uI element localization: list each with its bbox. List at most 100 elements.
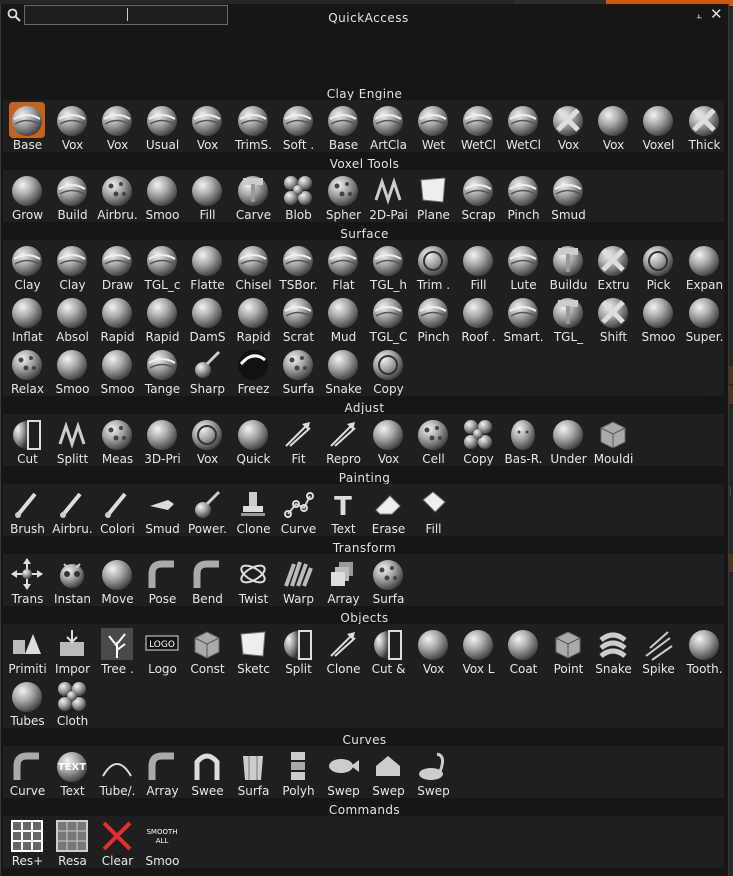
tool-button[interactable]: Erase	[365, 486, 410, 538]
tool-button[interactable]: Sharp	[184, 346, 229, 398]
tool-button[interactable]: Extru	[590, 242, 635, 294]
tool-button[interactable]: Vox	[545, 102, 590, 154]
tool-button[interactable]: TGL_c	[139, 242, 184, 294]
tool-button[interactable]: Vox	[184, 102, 229, 154]
tool-button[interactable]: Snake	[320, 346, 365, 398]
tool-button[interactable]: Smoo	[635, 294, 680, 346]
tool-button[interactable]: Curve	[275, 486, 320, 538]
tool-button[interactable]: TGL_	[545, 294, 590, 346]
tool-button[interactable]: Smoo	[49, 346, 94, 398]
tool-button[interactable]: Grow	[4, 172, 49, 224]
tool-button[interactable]: Lute	[500, 242, 545, 294]
tool-button[interactable]: TGL_h	[365, 242, 410, 294]
tool-button[interactable]: Plane	[410, 172, 455, 224]
tool-button[interactable]: Swee	[184, 748, 229, 800]
tool-button[interactable]: Freez	[230, 346, 275, 398]
tool-button[interactable]: TrimS.	[230, 102, 275, 154]
tool-button[interactable]: Spher	[320, 172, 365, 224]
tool-button[interactable]: Airbru.	[49, 486, 94, 538]
tool-button[interactable]: Vox	[410, 626, 455, 678]
tool-button[interactable]: Copy	[455, 416, 500, 468]
tool-button[interactable]: TEXT Text	[49, 748, 94, 800]
tool-button[interactable]: Surfa	[230, 748, 275, 800]
tool-button[interactable]: Pinch	[410, 294, 455, 346]
tool-button[interactable]: Base	[4, 102, 49, 154]
tool-button[interactable]: Soft .	[275, 102, 320, 154]
tool-button[interactable]: TSBor.	[275, 242, 320, 294]
tool-button[interactable]: Fit	[275, 416, 320, 468]
tool-button[interactable]: 2D-Pai	[365, 172, 410, 224]
tool-button[interactable]: Surfa	[275, 346, 320, 398]
tool-button[interactable]: DamS	[184, 294, 229, 346]
tool-button[interactable]: Sketc	[230, 626, 275, 678]
tool-button[interactable]: SMOOTH ALL Smoo	[139, 818, 184, 870]
tool-button[interactable]: Cut &	[365, 626, 410, 678]
tool-button[interactable]: Super.	[681, 294, 726, 346]
tool-button[interactable]: Quick	[230, 416, 275, 468]
tool-button[interactable]: Cell	[410, 416, 455, 468]
tool-button[interactable]: Build	[49, 172, 94, 224]
tool-button[interactable]: Tubes	[4, 678, 49, 730]
tool-button[interactable]: Mouldi	[590, 416, 635, 468]
tool-button[interactable]: Const	[184, 626, 229, 678]
tool-button[interactable]: Scrat	[275, 294, 320, 346]
tool-button[interactable]: Swep	[320, 748, 365, 800]
tool-button[interactable]: Pose	[139, 556, 184, 608]
search-input[interactable]	[24, 5, 228, 25]
tool-button[interactable]: Draw	[94, 242, 139, 294]
tool-button[interactable]: Res+	[4, 818, 49, 870]
tool-button[interactable]: Copy	[365, 346, 410, 398]
tool-button[interactable]: Pinch	[500, 172, 545, 224]
tool-button[interactable]: LOGO Logo	[139, 626, 184, 678]
tool-button[interactable]: Shift	[590, 294, 635, 346]
tool-button[interactable]: Swep	[410, 748, 455, 800]
tool-button[interactable]: Bas-R.	[500, 416, 545, 468]
tool-button[interactable]: Curve	[4, 748, 49, 800]
tool-button[interactable]: Blob	[275, 172, 320, 224]
tool-button[interactable]: Move	[94, 556, 139, 608]
tool-button[interactable]: Tooth.	[681, 626, 726, 678]
tool-button[interactable]: Pick	[635, 242, 680, 294]
tool-button[interactable]: Clear	[94, 818, 139, 870]
tool-button[interactable]: Clone	[320, 626, 365, 678]
tool-button[interactable]: Under	[545, 416, 590, 468]
tool-button[interactable]: Relax	[4, 346, 49, 398]
tool-button[interactable]: Repro	[320, 416, 365, 468]
tool-button[interactable]: Carve	[230, 172, 275, 224]
tool-button[interactable]: Warp	[275, 556, 320, 608]
tool-button[interactable]: Buildu	[545, 242, 590, 294]
tool-button[interactable]: Resa	[49, 818, 94, 870]
tool-button[interactable]: Vox L	[455, 626, 500, 678]
tool-button[interactable]: Rapid	[230, 294, 275, 346]
tool-button[interactable]: Voxel	[635, 102, 680, 154]
tool-button[interactable]: Surfa	[365, 556, 410, 608]
tool-button[interactable]: Scrap	[455, 172, 500, 224]
tool-button[interactable]: Rapid	[139, 294, 184, 346]
tool-button[interactable]: Tube/.	[94, 748, 139, 800]
tool-button[interactable]: T Text	[320, 486, 365, 538]
tool-button[interactable]: Trans	[4, 556, 49, 608]
tool-button[interactable]: Clone	[230, 486, 275, 538]
tool-button[interactable]: Spike	[635, 626, 680, 678]
tool-button[interactable]: Meas	[94, 416, 139, 468]
tool-button[interactable]: Cut	[4, 416, 49, 468]
tool-button[interactable]: Vox	[184, 416, 229, 468]
tool-button[interactable]: Flatte	[184, 242, 229, 294]
tool-button[interactable]: Snake	[590, 626, 635, 678]
tool-button[interactable]: Rapid	[94, 294, 139, 346]
tool-button[interactable]: WetCl	[500, 102, 545, 154]
tool-button[interactable]: Twist	[230, 556, 275, 608]
tool-button[interactable]: Mud	[320, 294, 365, 346]
tool-button[interactable]: Bend	[184, 556, 229, 608]
tool-button[interactable]: Thick	[681, 102, 726, 154]
tool-button[interactable]: Absol	[49, 294, 94, 346]
tool-button[interactable]: Primiti	[4, 626, 49, 678]
tool-button[interactable]: Fill	[184, 172, 229, 224]
tool-button[interactable]: WetCl	[455, 102, 500, 154]
tool-button[interactable]: Power.	[184, 486, 229, 538]
tool-button[interactable]: Chisel	[230, 242, 275, 294]
tool-button[interactable]: Fill	[455, 242, 500, 294]
tool-button[interactable]: Tange	[139, 346, 184, 398]
tool-button[interactable]: Trim .	[410, 242, 455, 294]
tool-button[interactable]: Smart.	[500, 294, 545, 346]
